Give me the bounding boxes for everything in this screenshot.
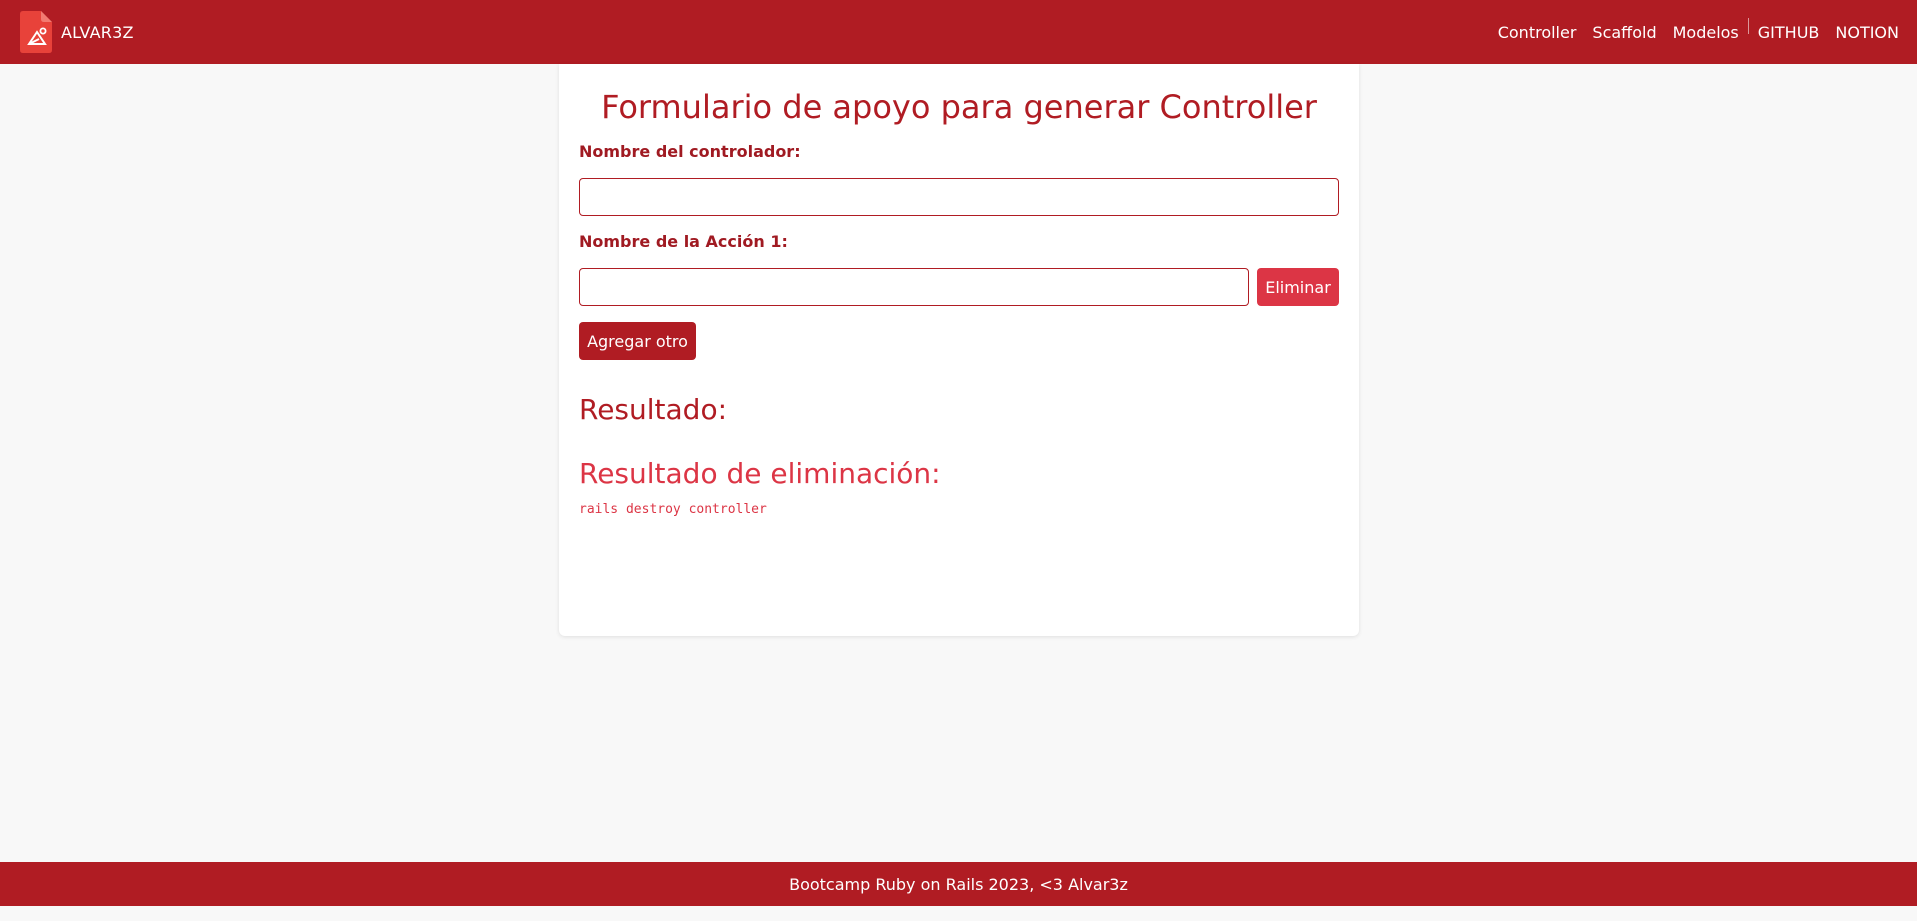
controller-name-label: Nombre del controlador: (579, 142, 801, 161)
nav-link-modelos[interactable]: Modelos (1673, 23, 1739, 42)
footer: Bootcamp Ruby on Rails 2023, <3 Alvar3z (0, 862, 1917, 906)
nav-link-notion[interactable]: NOTION (1835, 23, 1899, 42)
action-1-row: Eliminar (579, 268, 1339, 306)
page-title: Formulario de apoyo para generar Control… (601, 88, 1317, 126)
brand-link[interactable]: ALVAR3Z (20, 11, 134, 53)
action-1-label: Nombre de la Acción 1: (579, 232, 788, 251)
nav-divider (1747, 18, 1749, 34)
navbar: ALVAR3Z Controller Scaffold Modelos GITH… (0, 0, 1917, 64)
nav-link-scaffold[interactable]: Scaffold (1592, 23, 1656, 42)
action-1-input[interactable] (579, 268, 1249, 306)
file-icon (20, 11, 52, 53)
brand-name: ALVAR3Z (61, 22, 134, 42)
footer-text: Bootcamp Ruby on Rails 2023, <3 Alvar3z (789, 874, 1128, 894)
nav-links: Controller Scaffold Modelos GITHUB NOTIO… (1482, 0, 1899, 64)
delete-action-button[interactable]: Eliminar (1257, 268, 1339, 306)
nav-link-controller[interactable]: Controller (1498, 23, 1577, 42)
controller-name-input[interactable] (579, 178, 1339, 216)
add-action-button[interactable]: Agregar otro (579, 322, 696, 360)
nav-link-github[interactable]: GITHUB (1758, 23, 1820, 42)
controller-form-card: Formulario de apoyo para generar Control… (559, 64, 1359, 636)
delete-command: rails destroy controller (579, 502, 767, 517)
result-heading: Resultado: (579, 393, 728, 426)
delete-result-heading: Resultado de eliminación: (579, 457, 941, 490)
